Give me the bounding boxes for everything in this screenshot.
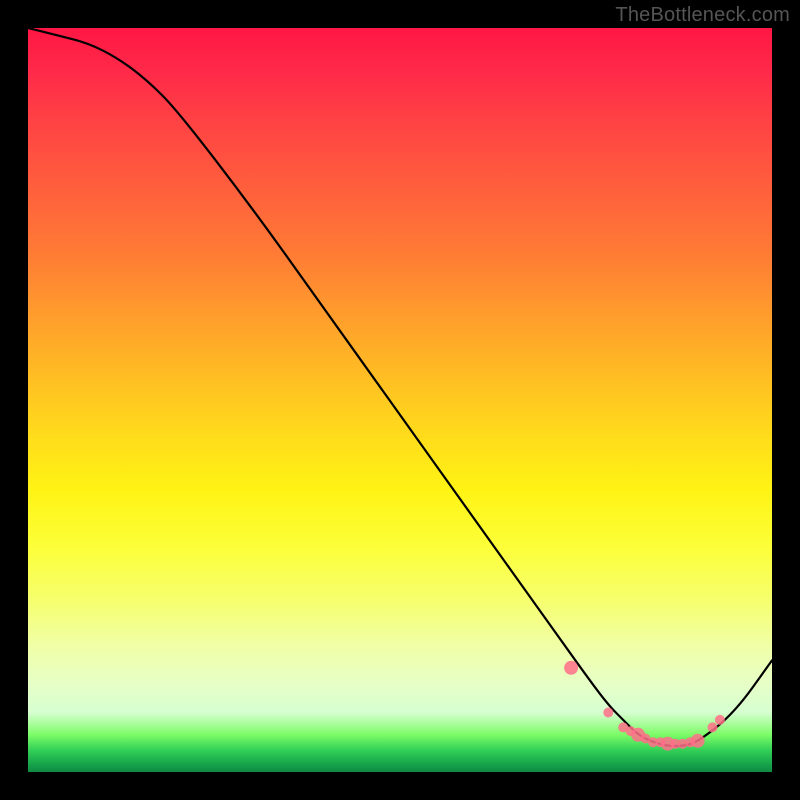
marker-dot	[564, 661, 578, 675]
marker-dot	[603, 708, 613, 718]
bottleneck-curve	[28, 28, 772, 746]
marker-cluster	[564, 661, 725, 751]
marker-dot	[708, 722, 718, 732]
watermark-label: TheBottleneck.com	[615, 4, 790, 27]
chart-frame: TheBottleneck.com	[0, 0, 800, 800]
marker-dot	[691, 734, 705, 748]
curve-layer	[28, 28, 772, 772]
marker-dot	[715, 715, 725, 725]
plot-area	[28, 28, 772, 772]
